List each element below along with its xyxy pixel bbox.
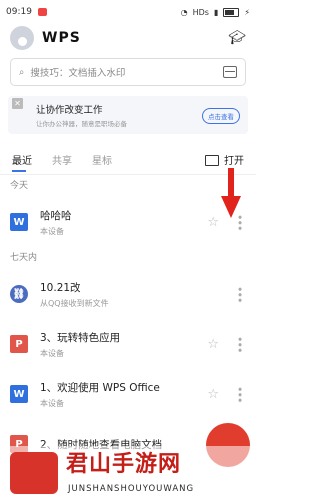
scan-icon[interactable] [223,66,237,78]
file-location: 本设备 [40,226,64,236]
app-header: WPS 🎓︎ [0,24,256,52]
promo-banner[interactable]: ✕ 让协作改变工作 让你办公神器，随意是职场必备 点击查看 [8,96,248,134]
status-time: 09:19 [6,7,32,17]
file-row[interactable]: W 哈哈哈 本设备 ☆ ••• [0,197,256,247]
wps-logo: WPS [42,30,81,46]
folder-icon [205,154,219,166]
more-icon[interactable]: ••• [233,286,246,302]
more-icon[interactable]: ••• [233,386,246,402]
star-icon[interactable]: ☆ [207,387,219,402]
tab-recent[interactable]: 最近 [12,152,32,167]
network-label: HDs [192,7,209,17]
word-file-icon: W [10,385,28,403]
search-input[interactable]: ⌕ 搜技巧：文档插入水印 [10,58,246,86]
search-icon: ⌕ [19,66,25,78]
mortarboard-icon[interactable]: 🎓︎ [228,30,246,46]
more-icon[interactable]: ••• [233,336,246,352]
status-bar: 09:19 ◔ HDs ▮ ⚡ [0,0,256,24]
tab-indicator [12,170,26,172]
file-name: 哈哈哈 [40,209,72,222]
watermark-subtitle: JUNSHANSHOUYOUWANG [68,484,195,494]
section-week: 七天内 [10,253,38,263]
notification-icon [37,8,47,16]
file-location: 本设备 [40,398,64,408]
wifi-icon: ◔ [180,7,188,17]
charging-icon: ⚡ [244,7,250,17]
battery-icon [223,7,240,17]
star-icon[interactable]: ☆ [207,215,219,230]
open-label: 打开 [224,155,244,167]
star-icon[interactable]: ☆ [207,337,219,352]
file-name: 10.21改 [40,281,81,294]
file-row[interactable]: W 1、欢迎使用 WPS Office 本设备 ☆ ••• [0,369,256,419]
watermark: 君山手游网 JUNSHANSHOUYOUWANG [0,446,256,500]
file-location: 本设备 [40,348,64,358]
watermark-logo [10,452,58,494]
signal-icon: ▮ [213,7,219,17]
watermark-title: 君山手游网 [66,451,182,477]
file-row[interactable]: ⛓︎ 10.21改 从QQ接收到新文件 ••• [0,269,256,319]
close-icon[interactable]: ✕ [12,98,23,109]
tab-shared[interactable]: 共享 [52,152,72,167]
open-button[interactable]: 打开 [205,152,244,167]
avatar[interactable] [10,26,34,50]
banner-button[interactable]: 点击查看 [202,108,240,124]
file-name: 1、欢迎使用 WPS Office [40,381,160,394]
file-name: 3、玩转特色应用 [40,331,121,344]
file-row[interactable]: P 3、玩转特色应用 本设备 ☆ ••• [0,319,256,369]
word-file-icon: W [10,213,28,231]
tab-bar: 最近 共享 星标 打开 [0,144,256,174]
ppt-file-icon: P [10,335,28,353]
search-placeholder: 搜技巧：文档插入水印 [30,68,126,79]
file-location: 从QQ接收到新文件 [40,298,109,308]
link-file-icon: ⛓︎ [10,285,28,303]
tab-starred[interactable]: 星标 [92,152,112,167]
section-today: 今天 [10,181,29,191]
red-arrow-annotation [221,168,241,218]
